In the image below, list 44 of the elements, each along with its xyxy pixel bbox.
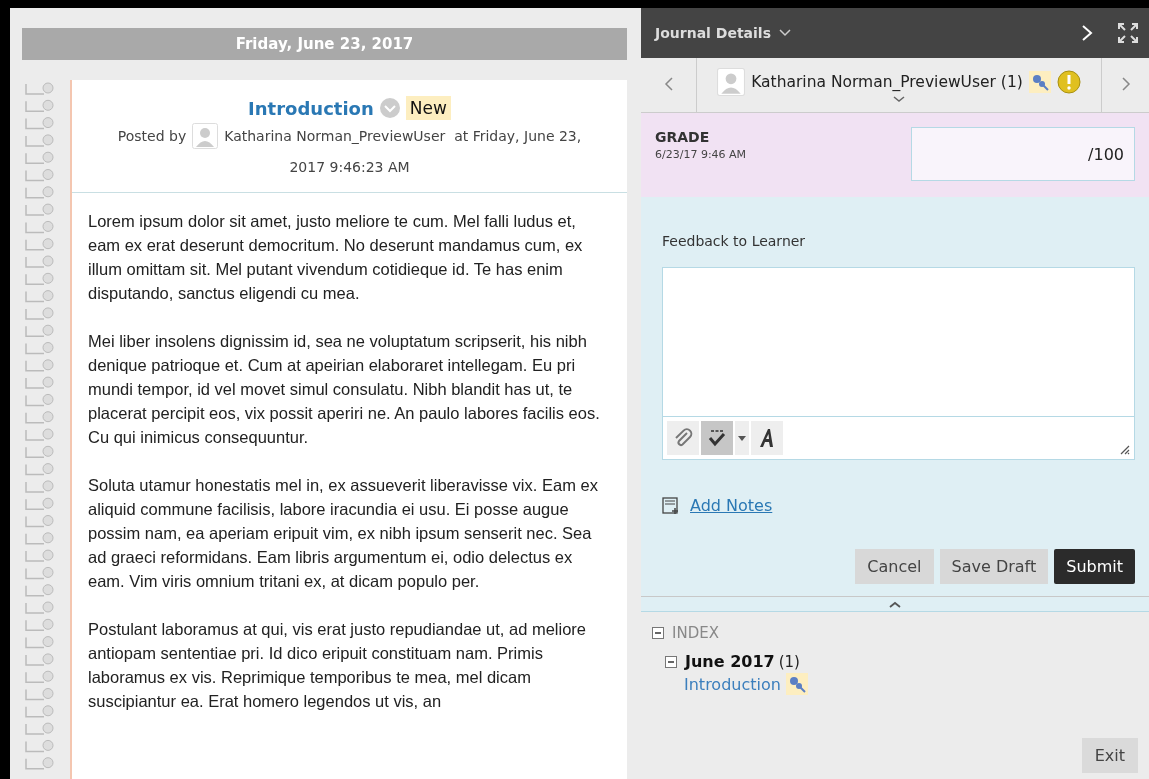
avatar-icon [717,67,746,96]
dropdown-button[interactable] [735,421,749,455]
exit-button[interactable]: Exit [1081,738,1138,773]
chevron-right-icon[interactable] [1081,24,1093,42]
entry-paragraph: Postulant laboramus at qui, vis erat justo repudiandae ut, ad meliore antiopam sententiae pri. Id dico eripuit constituam nam. Primis laboramus ex vis. Reprimique temporibus te mea, mel dicam suscipiantur ea. Erat homero legendos ut vis, an [88,619,588,712]
entry-title-link[interactable]: Introduction [248,97,374,119]
entry-paragraph: Soluta utamur honestatis mel in, ex assueverit liberavisse vix. Eam ex aliquid commune facilisis, labore iracundia ei usu. Ei posse augue possim nam, ea aperiam eripuit vim, ex nibh ipsum senserit nec. Sea ad graeci reformidans. Eam libris argumentum ei, odio delectus ex eam. Vim viris omnium tritani ex, at dicam populo per. [88,475,599,592]
action-button[interactable]: Save Draft [939,549,1049,584]
caret-icon [738,435,746,441]
add-note-icon[interactable] [662,496,680,515]
entry-paragraph: Lorem ipsum dolor sit amet, justo meliore te cum. Mel falli ludus et, eam ex erat deserunt democritum. No deserunt mandamus cum, ex illum omittam sit. Mel putant vivendum cotidieque id. Te has enim disputando, sanctus eligendi cu mea. [88,211,584,304]
collapse-icon[interactable] [665,655,677,668]
warning-icon [1056,69,1081,94]
chevron-left-icon [663,76,674,91]
pushpin-icon [785,673,808,695]
expand-icon[interactable] [1117,22,1139,44]
date-header: Friday, June 23, 2017 [22,28,627,60]
chevron-down-icon[interactable] [893,95,905,103]
spellcheck-button[interactable] [701,421,733,455]
grade-field[interactable]: /100 [911,127,1135,181]
grade-timestamp: 6/23/17 9:46 AM [655,148,747,161]
entry-paragraph: Mei liber insolens dignissim id, sea ne voluptatum scripserit, his nibh denique patrioque et. Cum at apeirian elaboraret intellegam. Eu pri mundi tempor, id vel movet simul consulatu. Nibh blandit has ut, te placerat percipit eos, vix possit aperiri ne. An paulo labores facilis eos. Cu qui inimicus consequuntur. [88,331,601,448]
grade-label: GRADE [655,129,711,145]
pushpin-icon [1028,70,1051,93]
attach-button[interactable] [667,421,699,455]
collapse-icon[interactable] [652,627,664,639]
feedback-label: Feedback to Learner [662,233,807,249]
submit-button[interactable]: Submit [1054,549,1135,584]
avatar-icon [192,123,219,149]
panel-title[interactable]: Journal Details [655,25,771,41]
posted-by-label: Posted by [117,128,187,144]
new-badge: New [405,96,451,120]
resize-handle-icon[interactable] [1118,443,1130,455]
user-name[interactable]: Katharina Norman_PreviewUser (1) [751,72,1023,91]
entry-count: (1) [778,652,800,671]
text-format-button[interactable] [751,421,783,455]
post-info: Katharina Norman_PreviewUser at Friday, June 23, 2017 9:46:23 AM [224,128,582,175]
index-group-label[interactable]: June 2017 [685,652,775,671]
action-button[interactable]: Cancel [855,549,934,584]
add-notes-link[interactable]: Add Notes [690,496,773,515]
chevron-up-icon[interactable] [889,600,901,608]
index-entry-link[interactable]: Introduction [684,674,781,694]
index-title: INDEX [672,624,719,642]
chevron-right-icon [1120,76,1131,91]
